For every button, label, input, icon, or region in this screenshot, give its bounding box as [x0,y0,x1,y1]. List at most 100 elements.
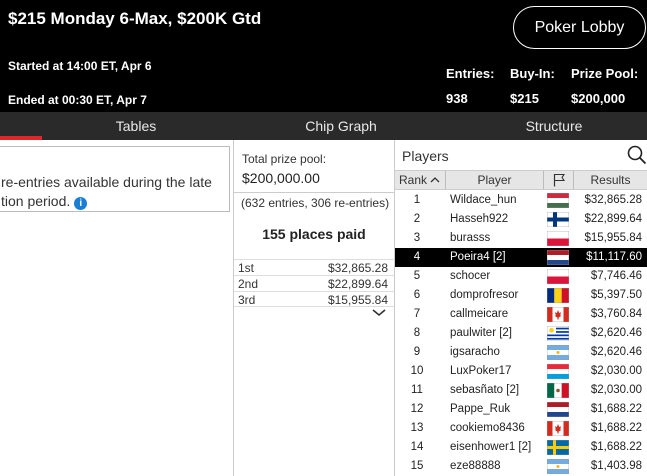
player-name: sebasñato [2] [450,384,520,396]
player-row[interactable]: 4 Poeira4 [2] $11,117.60 [395,248,647,267]
player-result: $2,620.46 [590,327,642,339]
player-row[interactable]: 9 igsaracho $2,620.46 [395,343,647,362]
player-result: $11,117.60 [586,251,642,263]
player-row[interactable]: 3 burasss $15,955.84 [395,229,647,248]
buyin-label: Buy-In: [510,66,555,81]
total-prize-pool-label: Total prize pool: [242,152,327,166]
player-rank: 12 [410,403,424,415]
player-row[interactable]: 14 eisenhower1 [2] $1,688.22 [395,438,647,457]
payout-amount: $15,955.84 [327,293,388,307]
player-row[interactable]: 11 sebasñato [2] $2,030.00 [395,381,647,400]
players-panel: Players Rank Player Results 1 Wildace_hun… [395,140,647,476]
players-table-header: Rank Player Results [395,170,647,190]
hungary-flag-icon [547,193,569,208]
player-name: schocer [450,270,491,282]
active-tab-indicator [0,136,42,140]
player-rank: 3 [413,232,421,244]
player-name: callmeicare [450,308,509,320]
finland-flag-icon [547,212,569,227]
mexico-flag-icon [547,383,569,398]
info-text-line-2-label: tion period. [1,193,71,209]
player-row[interactable]: 8 paulwiter [2] $2,620.46 [395,324,647,343]
tournament-header: $215 Monday 6-Max, $200K Gtd Poker Lobby… [0,0,647,112]
player-row[interactable]: 13 cookiemo8436 $1,688.22 [395,419,647,438]
payout-row: 3rd $15,955.84 [234,291,394,307]
player-rank: 7 [413,308,421,320]
tab-chip-graph[interactable]: Chip Graph [272,112,410,140]
player-result: $22,899.64 [584,213,642,225]
start-time: Started at 14:00 ET, Apr 6 [8,59,152,73]
player-rank: 4 [413,251,421,263]
rank-header-label: Rank [398,173,427,187]
sort-ascending-icon [430,177,440,183]
player-row[interactable]: 10 LuxPoker17 $2,030.00 [395,362,647,381]
poland-flag-icon [547,231,569,246]
netherlands-flag-icon [547,250,569,265]
player-name: igsaracho [450,346,500,358]
player-row[interactable]: 6 domprofresor $5,397.50 [395,286,647,305]
player-rank: 15 [410,460,424,472]
player-result: $7,746.46 [590,270,642,282]
player-rank: 2 [413,213,421,225]
payout-place: 1st [238,261,255,275]
player-name: eze88888 [450,460,501,472]
player-row[interactable]: 2 Hasseh922 $22,899.64 [395,210,647,229]
places-paid: 155 places paid [262,226,366,242]
player-result: $15,955.84 [584,232,642,244]
player-rank: 9 [413,346,421,358]
player-rank: 1 [413,194,421,206]
total-prize-pool-value: $200,000.00 [242,170,320,186]
player-rank: 8 [413,327,421,339]
poker-lobby-button[interactable]: Poker Lobby [513,6,646,49]
player-row[interactable]: 1 Wildace_hun $32,865.28 [395,191,647,210]
player-rank: 14 [410,441,424,453]
rank-column-header[interactable]: Rank [395,171,445,189]
player-result: $3,760.84 [590,308,642,320]
player-result: $2,030.00 [590,384,642,396]
argentina-flag-icon [547,345,569,360]
sweden-flag-icon [547,440,569,455]
payout-place: 2nd [238,277,259,291]
player-row[interactable]: 12 Pappe_Ruk $1,688.22 [395,400,647,419]
player-row[interactable]: 7 callmeicare $3,760.84 [395,305,647,324]
player-rank: 13 [410,422,424,434]
player-name: Wildace_hun [450,194,517,206]
player-rank: 6 [413,289,421,301]
payout-row: 1st $32,865.28 [234,259,394,275]
netherlands-flag-icon [547,402,569,417]
player-name: LuxPoker17 [450,365,512,377]
player-row[interactable]: 15 eze88888 $1,403.98 [395,457,647,476]
info-icon[interactable]: i [74,197,88,210]
payout-row: 2nd $22,899.64 [234,275,394,291]
romania-flag-icon [547,288,569,303]
player-result: $1,688.22 [590,403,642,415]
tab-structure[interactable]: Structure [460,112,647,140]
player-result: $32,865.28 [584,194,642,206]
player-rank: 10 [410,365,424,377]
canada-flag-icon [547,421,569,436]
player-row[interactable]: 5 schocer $7,746.46 [395,267,647,286]
uruguay-flag-icon [547,326,569,341]
player-result: $1,688.22 [590,441,642,453]
prize-pool-value: $200,000 [571,91,626,106]
country-column-header[interactable] [543,171,573,189]
divider [234,192,394,193]
payout-place: 3rd [238,293,256,307]
player-name: paulwiter [2] [450,327,513,339]
player-name: burasss [450,232,491,244]
player-name: cookiemo8436 [450,422,525,434]
buyin-value: $215 [510,91,539,106]
search-icon[interactable] [627,145,647,165]
chevron-down-icon[interactable] [367,307,391,319]
players-title: Players [402,148,449,164]
player-result: $1,403.98 [590,460,642,472]
entries-value: 938 [446,91,468,106]
player-rank: 5 [413,270,421,282]
player-name: eisenhower1 [2] [450,441,532,453]
player-column-header[interactable]: Player [445,171,543,189]
player-name: Hasseh922 [450,213,509,225]
canada-flag-icon [547,307,569,322]
poland-flag-icon [547,269,569,284]
player-result: $5,397.50 [590,289,642,301]
results-column-header[interactable]: Results [573,171,647,189]
